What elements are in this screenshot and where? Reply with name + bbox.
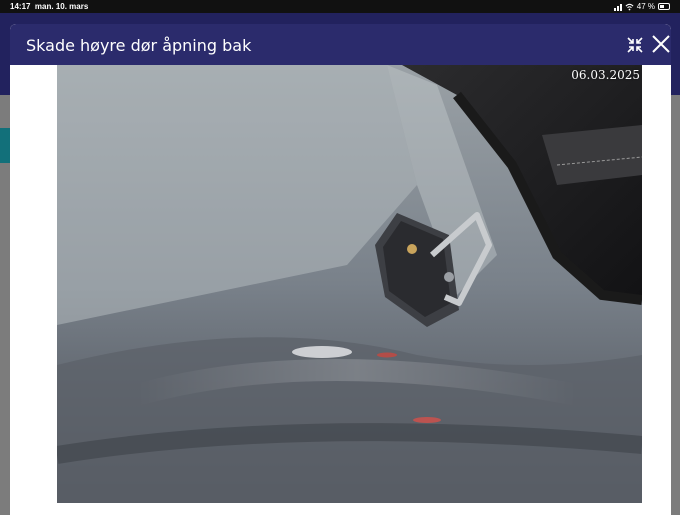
battery-icon — [658, 3, 670, 10]
status-bar: 14:17 man. 10. mars 47 % — [0, 0, 680, 13]
close-icon[interactable] — [651, 34, 671, 54]
wifi-icon — [625, 3, 634, 10]
status-clock: 14:17 — [10, 2, 31, 11]
photo-date-stamp: 06.03.2025 — [571, 68, 640, 82]
battery-percent: 47 % — [636, 2, 655, 11]
status-date: man. 10. mars — [34, 2, 89, 11]
modal-header: Skade høyre dør åpning bak — [10, 24, 671, 65]
image-viewer-modal: Skade høyre dør åpning bak 06.03.2025 — [10, 24, 671, 515]
signal-icon — [613, 3, 622, 11]
status-indicators: 47 % — [613, 0, 670, 13]
damage-photo: 06.03.2025 — [57, 65, 642, 503]
status-time: 14:17 man. 10. mars — [10, 0, 88, 13]
photo-illustration — [57, 65, 642, 503]
modal-title: Skade høyre dør åpning bak — [26, 36, 252, 55]
collapse-icon[interactable] — [626, 36, 644, 54]
